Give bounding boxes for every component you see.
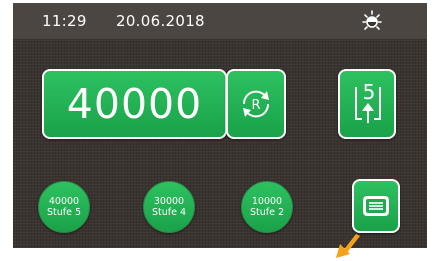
preset-value: 30000 <box>153 196 185 207</box>
status-bar: 11:29 20.06.2018 <box>13 3 427 39</box>
menu-list-icon <box>363 196 389 216</box>
reset-letter: R <box>251 98 260 113</box>
preset-button-stufe-2[interactable]: 10000 Stufe 2 <box>241 181 293 233</box>
pointer-arrow-icon <box>336 234 360 258</box>
device-frame: 11:29 20.06.2018 40000 R 5 40000 Stufe 5… <box>0 0 437 261</box>
preset-value: 10000 <box>251 196 283 207</box>
refresh-r-icon: R <box>242 90 270 118</box>
preset-label: Stufe 4 <box>151 207 187 218</box>
preset-label: Stufe 5 <box>46 207 82 218</box>
level-up-button[interactable]: 5 <box>338 69 396 139</box>
status-time: 11:29 <box>42 12 87 30</box>
level-up-5-icon: 5 <box>355 80 381 123</box>
preset-value: 40000 <box>48 196 80 207</box>
preset-label: Stufe 2 <box>249 207 285 218</box>
level-number: 5 <box>363 80 376 104</box>
reset-button[interactable]: R <box>226 69 286 139</box>
touch-screen: 11:29 20.06.2018 40000 R 5 40000 Stufe 5… <box>13 3 427 248</box>
counter-value: 40000 <box>66 80 203 128</box>
counter-value-button[interactable]: 40000 <box>42 69 227 139</box>
status-date: 20.06.2018 <box>116 12 205 30</box>
preset-button-stufe-4[interactable]: 30000 Stufe 4 <box>143 181 195 233</box>
sun-icon[interactable] <box>360 9 384 33</box>
menu-button[interactable] <box>352 179 400 233</box>
preset-button-stufe-5[interactable]: 40000 Stufe 5 <box>38 181 90 233</box>
